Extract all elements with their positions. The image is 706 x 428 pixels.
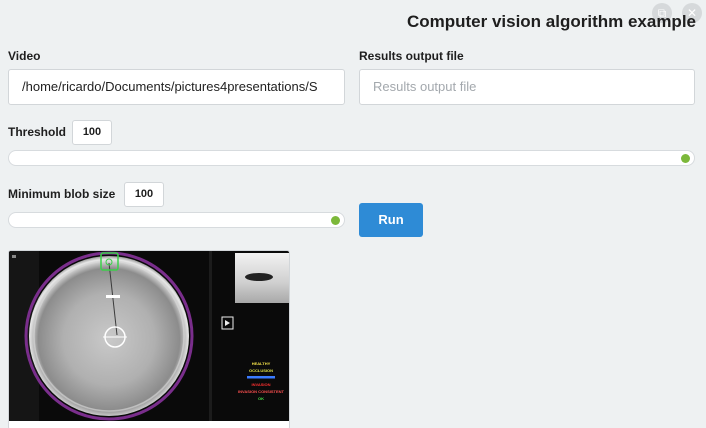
video-preview-panel: HEALTHY OCCLUSION INVASION INVASION CONSIST… bbox=[8, 250, 290, 428]
video-path-input[interactable]: /home/ricardo/Documents/pictures4present… bbox=[8, 69, 345, 105]
app-window: ⧉ ✕ Computer vision algorithm example Vi… bbox=[0, 0, 706, 428]
petri-dish bbox=[29, 256, 189, 416]
threshold-slider-thumb[interactable] bbox=[681, 154, 690, 163]
results-file-input[interactable]: Results output file bbox=[359, 69, 695, 105]
legend-item: OCCLUSION bbox=[249, 368, 273, 373]
min-blob-label: Minimum blob size bbox=[8, 187, 116, 201]
video-frame: HEALTHY OCCLUSION INVASION INVASION CONSIST… bbox=[9, 251, 289, 421]
threshold-slider[interactable] bbox=[8, 150, 695, 166]
legend-item: INVASION CONSISTENT bbox=[238, 389, 284, 394]
app-title: Computer vision algorithm example bbox=[406, 12, 696, 31]
min-blob-value-box[interactable]: 100 bbox=[124, 182, 164, 207]
legend-item: OK bbox=[258, 396, 264, 401]
threshold-value-box[interactable]: 100 bbox=[72, 120, 112, 145]
min-blob-slider[interactable] bbox=[8, 212, 345, 228]
min-blob-slider-thumb[interactable] bbox=[331, 216, 340, 225]
results-label: Results output file bbox=[359, 49, 464, 63]
legend-item: HEALTHY bbox=[252, 361, 271, 366]
legend-item: INVASION bbox=[251, 382, 270, 387]
threshold-label: Threshold bbox=[8, 125, 67, 139]
video-label: Video bbox=[8, 49, 41, 63]
legend-bar bbox=[247, 376, 275, 379]
run-button[interactable]: Run bbox=[359, 203, 423, 237]
